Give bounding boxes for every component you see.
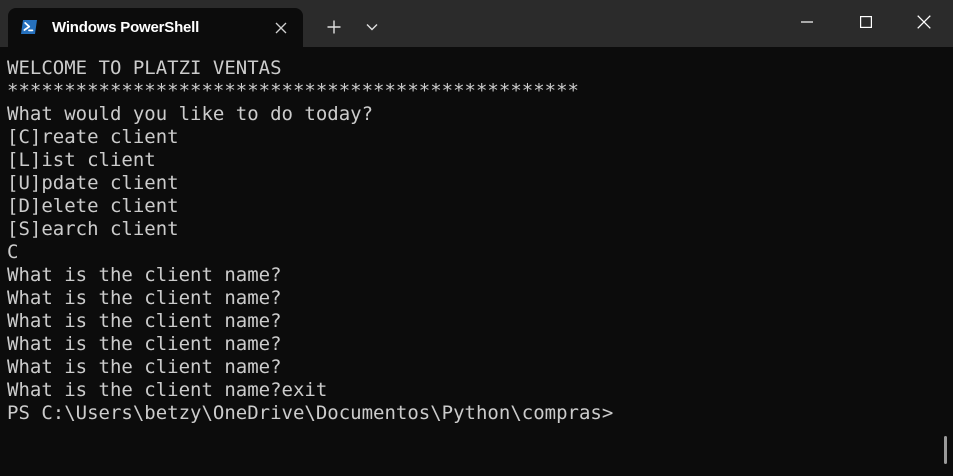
close-tab-button[interactable] (270, 17, 292, 39)
output-line: What is the client name? (7, 356, 282, 378)
minimize-icon (801, 21, 813, 23)
close-icon (275, 22, 287, 34)
new-tab-dropdown-button[interactable] (358, 14, 386, 40)
scrollbar-thumb[interactable] (944, 436, 947, 464)
output-line: What is the client name? (7, 333, 282, 355)
new-tab-button[interactable] (320, 14, 348, 40)
maximize-button[interactable] (843, 0, 889, 44)
output-line: WELCOME TO PLATZI VENTAS (7, 57, 282, 79)
output-line: What is the client name? (7, 287, 282, 309)
prompt-line: PS C:\Users\betzy\OneDrive\Documentos\Py… (7, 402, 614, 424)
output-line: [U]pdate client (7, 172, 179, 194)
tab-title: Windows PowerShell (52, 19, 200, 36)
maximize-icon (860, 16, 872, 28)
output-line: [C]reate client (7, 126, 179, 148)
output-line: ****************************************… (7, 80, 579, 102)
plus-icon (327, 20, 341, 34)
output-line: What is the client name? (7, 264, 282, 286)
output-line: [L]ist client (7, 149, 156, 171)
title-bar: Windows PowerShell (0, 0, 953, 47)
minimize-button[interactable] (784, 0, 830, 44)
output-line: What is the client name?exit (7, 379, 328, 401)
output-line: [S]earch client (7, 218, 179, 240)
close-window-button[interactable] (901, 0, 947, 44)
powershell-icon (21, 20, 37, 34)
output-line: C (7, 241, 19, 263)
chevron-down-icon (366, 24, 378, 31)
terminal-output[interactable]: WELCOME TO PLATZI VENTAS ***************… (0, 47, 953, 476)
output-line: [D]elete client (7, 195, 179, 217)
output-line: What is the client name? (7, 310, 282, 332)
output-line: What would you like to do today? (7, 103, 374, 125)
tab-windows-powershell[interactable]: Windows PowerShell (8, 8, 303, 47)
close-icon (917, 15, 931, 29)
